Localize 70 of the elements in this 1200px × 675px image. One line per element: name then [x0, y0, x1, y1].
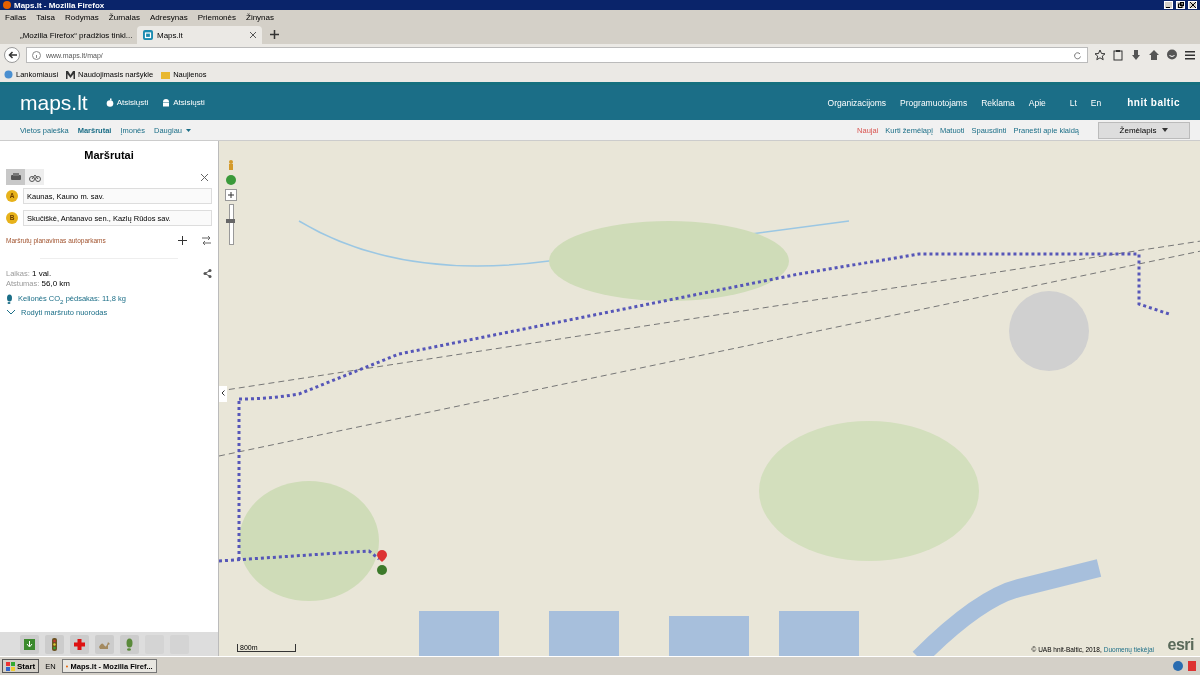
plus-icon: [228, 192, 234, 198]
share-icon: [203, 269, 212, 278]
browser-tab[interactable]: „Mozilla Firefox“ pradžios tinkl...: [10, 26, 135, 44]
footprint-icon: [6, 294, 13, 305]
firefox-icon: [3, 1, 11, 9]
zoom-slider-thumb[interactable]: [225, 219, 235, 223]
brand-logo: hnit baltic: [1127, 97, 1180, 108]
menu-item[interactable]: Rodymas: [65, 12, 99, 22]
zoom-in-button[interactable]: [225, 189, 237, 201]
menu-item[interactable]: Žurnalas: [108, 12, 140, 22]
menu-item[interactable]: Failas: [5, 12, 27, 22]
restore-icon: [1177, 2, 1184, 8]
nav-link[interactable]: Reklama: [981, 97, 1015, 108]
field-value: 1 val.: [32, 269, 52, 278]
caret-icon: [186, 128, 191, 132]
menu-item[interactable]: Adresynas: [149, 12, 188, 22]
m-logo-icon: [66, 69, 76, 79]
close-icon: [250, 32, 256, 38]
menu-item[interactable]: Priemonės: [197, 12, 236, 22]
android-icon: [162, 98, 171, 107]
swap-icon: [201, 235, 212, 246]
download-icon[interactable]: [22, 636, 37, 652]
browser-tab[interactable]: Maps.lt: [137, 26, 262, 44]
plus-icon[interactable]: [178, 236, 187, 245]
menu-item[interactable]: Taisa: [36, 12, 56, 22]
restore-button[interactable]: [1176, 1, 1185, 9]
close-button[interactable]: [1188, 1, 1197, 9]
chevron-left-icon: [221, 390, 225, 396]
language-link[interactable]: En: [1090, 97, 1102, 108]
windows-flag-icon: [6, 661, 15, 671]
car-mode-button[interactable]: [6, 169, 25, 185]
chevron-down-icon: [6, 309, 16, 315]
map-marker-icon: [376, 550, 388, 576]
window-title: Maps.lt - Mozilla Firefox: [14, 0, 105, 10]
minimize-button[interactable]: [1164, 1, 1173, 9]
close-icon: [1189, 2, 1196, 8]
star-icon[interactable]: [1094, 49, 1106, 61]
menu-item[interactable]: Žinynas: [246, 12, 274, 22]
menu-icon[interactable]: [1184, 49, 1196, 61]
nav-link[interactable]: Programuotojams: [900, 97, 968, 108]
caret-icon: [1162, 128, 1169, 132]
layer-dropdown[interactable]: Žemėlapis: [1098, 121, 1190, 139]
panel-title: Maršrutai: [83, 148, 135, 163]
chat-icon[interactable]: [1166, 49, 1178, 61]
globe-icon: [4, 69, 13, 79]
collapse-button[interactable]: [219, 386, 227, 402]
apple-icon: [105, 98, 114, 107]
nav-link[interactable]: Organizacijoms: [827, 97, 887, 108]
language-link[interactable]: Lt: [1069, 97, 1077, 108]
esri-logo: esri: [1167, 636, 1194, 654]
start-button[interactable]: Start: [2, 659, 40, 673]
home-icon[interactable]: [1148, 49, 1160, 61]
site-logo[interactable]: maps.lt: [20, 90, 88, 115]
bike-icon: [28, 172, 41, 182]
download-link[interactable]: Atsisiųsti: [173, 98, 205, 107]
m-logo-icon: [143, 30, 153, 40]
bike-mode-button[interactable]: [25, 169, 44, 185]
medical-cross-icon[interactable]: [72, 636, 87, 652]
back-arrow-icon: [7, 51, 17, 59]
field-value: 56,0 km: [41, 279, 71, 288]
reload-icon: [1073, 50, 1082, 60]
car-icon: [9, 172, 22, 182]
download-link[interactable]: Atsisiųsti: [116, 98, 149, 107]
back-button[interactable]: [4, 47, 20, 63]
download-icon[interactable]: [1130, 49, 1142, 61]
nav-link[interactable]: Apie: [1028, 97, 1046, 108]
clipboard-icon[interactable]: [1112, 49, 1124, 61]
folder-icon: [161, 69, 171, 79]
info-icon: [32, 50, 41, 60]
close-icon[interactable]: [201, 173, 208, 181]
